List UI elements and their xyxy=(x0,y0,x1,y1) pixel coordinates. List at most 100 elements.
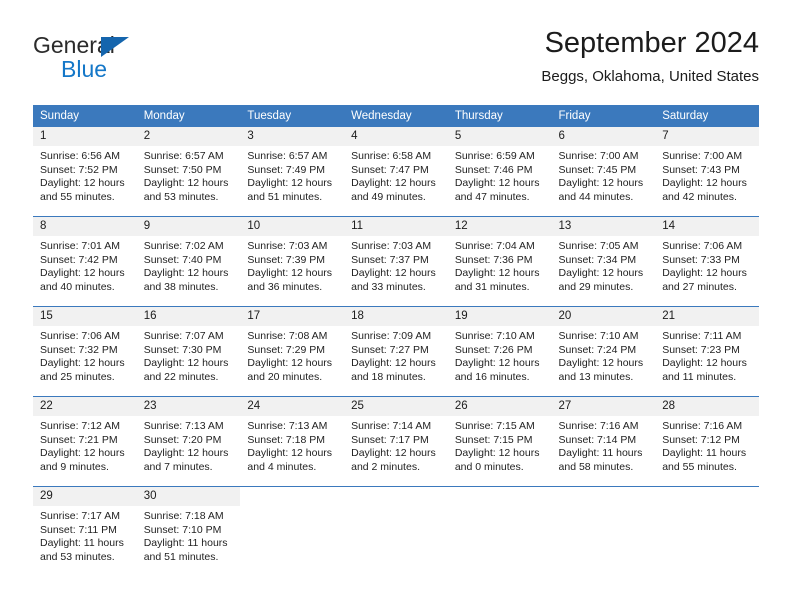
calendar-day-cell[interactable]: 12 Sunrise: 7:04 AM Sunset: 7:36 PM Dayligh… xyxy=(447,216,552,307)
daylight-text-line2: and 29 minutes. xyxy=(558,280,634,293)
sunset-text: Sunset: 7:40 PM xyxy=(143,253,222,266)
calendar-day-cell[interactable]: 3 Sunrise: 6:57 AM Sunset: 7:49 PM Daylight… xyxy=(240,127,345,217)
calendar-day-cell[interactable]: 8 Sunrise: 7:01 AM Sunset: 7:42 PM Daylight… xyxy=(33,216,137,307)
day-cell-inner: 1 Sunrise: 6:56 AM Sunset: 7:52 PM Daylight… xyxy=(33,127,137,216)
daylight-text-line1: Daylight: 12 hours xyxy=(40,447,125,460)
day-number: 28 xyxy=(655,397,759,416)
calendar-day-cell[interactable]: 7 Sunrise: 7:00 AM Sunset: 7:43 PM Daylight… xyxy=(655,127,759,217)
calendar-day-cell[interactable]: 20 Sunrise: 7:10 AM Sunset: 7:24 PM Dayligh… xyxy=(551,306,656,397)
calendar-day-cell[interactable]: 19 Sunrise: 7:10 AM Sunset: 7:26 PM Dayligh… xyxy=(447,306,552,397)
daylight-text-line1: Daylight: 12 hours xyxy=(662,357,747,370)
sunset-text: Sunset: 7:42 PM xyxy=(40,253,118,266)
daylight-text-line1: Daylight: 12 hours xyxy=(40,357,125,370)
daylight-text-line1: Daylight: 12 hours xyxy=(40,267,125,280)
day-sun-info: Sunrise: 7:05 AM Sunset: 7:34 PM Daylight:… xyxy=(552,236,656,294)
day-sun-info: Sunrise: 7:12 AM Sunset: 7:21 PM Daylight:… xyxy=(33,416,137,474)
sunrise-text: Sunrise: 7:06 AM xyxy=(40,330,120,342)
calendar-day-cell[interactable]: 4 Sunrise: 6:58 AM Sunset: 7:47 PM Daylight… xyxy=(344,127,448,217)
calendar-day-cell-empty xyxy=(240,486,345,576)
daylight-text-line2: and 42 minutes. xyxy=(662,190,737,203)
sunrise-text: Sunrise: 7:07 AM xyxy=(143,330,224,342)
calendar-day-cell[interactable]: 23 Sunrise: 7:13 AM Sunset: 7:20 PM Dayligh… xyxy=(136,396,241,487)
sunset-text: Sunset: 7:18 PM xyxy=(247,433,326,446)
daylight-text-line1: Daylight: 12 hours xyxy=(143,447,229,460)
day-cell-inner: 9 Sunrise: 7:02 AM Sunset: 7:40 PM Daylight… xyxy=(136,217,241,306)
sunset-text: Sunset: 7:37 PM xyxy=(351,253,429,266)
sunrise-text: Sunrise: 6:57 AM xyxy=(247,150,328,162)
day-sun-info: Sunrise: 6:57 AM Sunset: 7:50 PM Daylight:… xyxy=(137,146,241,204)
day-sun-info: Sunrise: 7:01 AM Sunset: 7:42 PM Daylight:… xyxy=(33,236,137,294)
daylight-text-line2: and 38 minutes. xyxy=(143,280,219,293)
day-number: 15 xyxy=(33,307,137,326)
day-sun-info: Sunrise: 7:07 AM Sunset: 7:30 PM Daylight:… xyxy=(137,326,241,384)
general-blue-logo[interactable]: General Blue xyxy=(33,26,253,88)
sunrise-text: Sunrise: 7:15 AM xyxy=(454,420,535,432)
calendar-day-cell[interactable]: 27 Sunrise: 7:16 AM Sunset: 7:14 PM Dayligh… xyxy=(551,396,656,487)
daylight-text-line2: and 51 minutes. xyxy=(143,550,219,563)
calendar-day-cell[interactable]: 29 Sunrise: 7:17 AM Sunset: 7:11 PM Dayligh… xyxy=(33,486,137,576)
calendar-day-cell[interactable]: 11 Sunrise: 7:03 AM Sunset: 7:37 PM Dayligh… xyxy=(344,216,448,307)
sunset-text: Sunset: 7:30 PM xyxy=(143,343,222,356)
sunrise-text: Sunrise: 7:05 AM xyxy=(558,240,639,252)
sunset-text: Sunset: 7:43 PM xyxy=(662,163,740,176)
sunset-text: Sunset: 7:21 PM xyxy=(40,433,118,446)
calendar-day-cell[interactable]: 5 Sunrise: 6:59 AM Sunset: 7:46 PM Daylight… xyxy=(447,127,552,217)
calendar-day-cell[interactable]: 30 Sunrise: 7:18 AM Sunset: 7:10 PM Dayligh… xyxy=(136,486,241,576)
daylight-text-line2: and 11 minutes. xyxy=(662,370,737,383)
day-cell-inner xyxy=(551,487,656,576)
calendar-day-cell[interactable]: 22 Sunrise: 7:12 AM Sunset: 7:21 PM Dayligh… xyxy=(33,396,137,487)
day-cell-inner: 13 Sunrise: 7:05 AM Sunset: 7:34 PM Dayligh… xyxy=(551,217,656,306)
calendar-day-cell[interactable]: 2 Sunrise: 6:57 AM Sunset: 7:50 PM Daylight… xyxy=(136,127,241,217)
calendar-day-cell[interactable]: 24 Sunrise: 7:13 AM Sunset: 7:18 PM Dayligh… xyxy=(240,396,345,487)
daylight-text-line1: Daylight: 12 hours xyxy=(351,177,436,190)
sunrise-text: Sunrise: 7:09 AM xyxy=(351,330,432,342)
day-cell-inner: 26 Sunrise: 7:15 AM Sunset: 7:15 PM Dayligh… xyxy=(447,397,552,486)
title-block: September 2024 Beggs, Oklahoma, United S… xyxy=(541,26,759,88)
calendar-day-cell[interactable]: 21 Sunrise: 7:11 AM Sunset: 7:23 PM Dayligh… xyxy=(655,306,759,397)
daylight-text-line2: and 33 minutes. xyxy=(351,280,426,293)
sunrise-text: Sunrise: 7:02 AM xyxy=(143,240,224,252)
calendar-day-cell[interactable]: 15 Sunrise: 7:06 AM Sunset: 7:32 PM Dayligh… xyxy=(33,306,137,397)
sunset-text: Sunset: 7:10 PM xyxy=(143,523,222,536)
daylight-text-line1: Daylight: 12 hours xyxy=(454,447,540,460)
day-cell-inner: 27 Sunrise: 7:16 AM Sunset: 7:14 PM Dayligh… xyxy=(551,397,656,486)
calendar-day-cell[interactable]: 26 Sunrise: 7:15 AM Sunset: 7:15 PM Dayligh… xyxy=(447,396,552,487)
daylight-text-line2: and 44 minutes. xyxy=(558,190,634,203)
logo-text-blue: Blue xyxy=(61,56,108,82)
day-number: 22 xyxy=(33,397,137,416)
sunset-text: Sunset: 7:11 PM xyxy=(40,523,117,536)
day-cell-inner: 28 Sunrise: 7:16 AM Sunset: 7:12 PM Dayligh… xyxy=(655,397,759,486)
sunrise-text: Sunrise: 7:11 AM xyxy=(662,330,742,342)
page-header: General Blue September 2024 Beggs, Oklah… xyxy=(33,26,759,96)
calendar-day-cell[interactable]: 9 Sunrise: 7:02 AM Sunset: 7:40 PM Daylight… xyxy=(136,216,241,307)
weekday-header-saturday: Saturday xyxy=(655,105,759,127)
calendar-day-cell[interactable]: 1 Sunrise: 6:56 AM Sunset: 7:52 PM Daylight… xyxy=(33,127,137,217)
day-number xyxy=(344,487,448,506)
day-sun-info: Sunrise: 7:16 AM Sunset: 7:12 PM Daylight:… xyxy=(655,416,759,474)
calendar-day-cell[interactable]: 10 Sunrise: 7:03 AM Sunset: 7:39 PM Dayligh… xyxy=(240,216,345,307)
day-number xyxy=(551,487,656,506)
day-number: 18 xyxy=(344,307,448,326)
weekday-header-monday: Monday xyxy=(136,105,241,127)
calendar-day-cell[interactable]: 25 Sunrise: 7:14 AM Sunset: 7:17 PM Dayligh… xyxy=(344,396,448,487)
daylight-text-line1: Daylight: 12 hours xyxy=(662,177,747,190)
calendar-day-cell[interactable]: 18 Sunrise: 7:09 AM Sunset: 7:27 PM Dayligh… xyxy=(344,306,448,397)
day-sun-info: Sunrise: 7:14 AM Sunset: 7:17 PM Daylight:… xyxy=(344,416,448,474)
calendar-day-cell[interactable]: 17 Sunrise: 7:08 AM Sunset: 7:29 PM Dayligh… xyxy=(240,306,345,397)
day-number: 4 xyxy=(344,127,448,146)
calendar-day-cell[interactable]: 13 Sunrise: 7:05 AM Sunset: 7:34 PM Dayligh… xyxy=(551,216,656,307)
daylight-text-line1: Daylight: 12 hours xyxy=(247,447,333,460)
daylight-text-line1: Daylight: 12 hours xyxy=(143,177,229,190)
sunrise-text: Sunrise: 7:00 AM xyxy=(558,150,639,162)
day-sun-info: Sunrise: 7:10 AM Sunset: 7:24 PM Daylight:… xyxy=(552,326,656,384)
calendar-day-cell[interactable]: 16 Sunrise: 7:07 AM Sunset: 7:30 PM Dayligh… xyxy=(136,306,241,397)
calendar-day-cell[interactable]: 28 Sunrise: 7:16 AM Sunset: 7:12 PM Dayligh… xyxy=(655,396,759,487)
day-number: 14 xyxy=(655,217,759,236)
calendar-day-cell[interactable]: 6 Sunrise: 7:00 AM Sunset: 7:45 PM Daylight… xyxy=(551,127,656,217)
weekday-header-wednesday: Wednesday xyxy=(344,105,448,127)
sunrise-text: Sunrise: 6:59 AM xyxy=(454,150,535,162)
day-number: 25 xyxy=(344,397,448,416)
calendar-day-cell[interactable]: 14 Sunrise: 7:06 AM Sunset: 7:33 PM Dayligh… xyxy=(655,216,759,307)
sunrise-text: Sunrise: 6:57 AM xyxy=(143,150,224,162)
day-sun-info: Sunrise: 7:00 AM Sunset: 7:43 PM Daylight:… xyxy=(655,146,759,204)
